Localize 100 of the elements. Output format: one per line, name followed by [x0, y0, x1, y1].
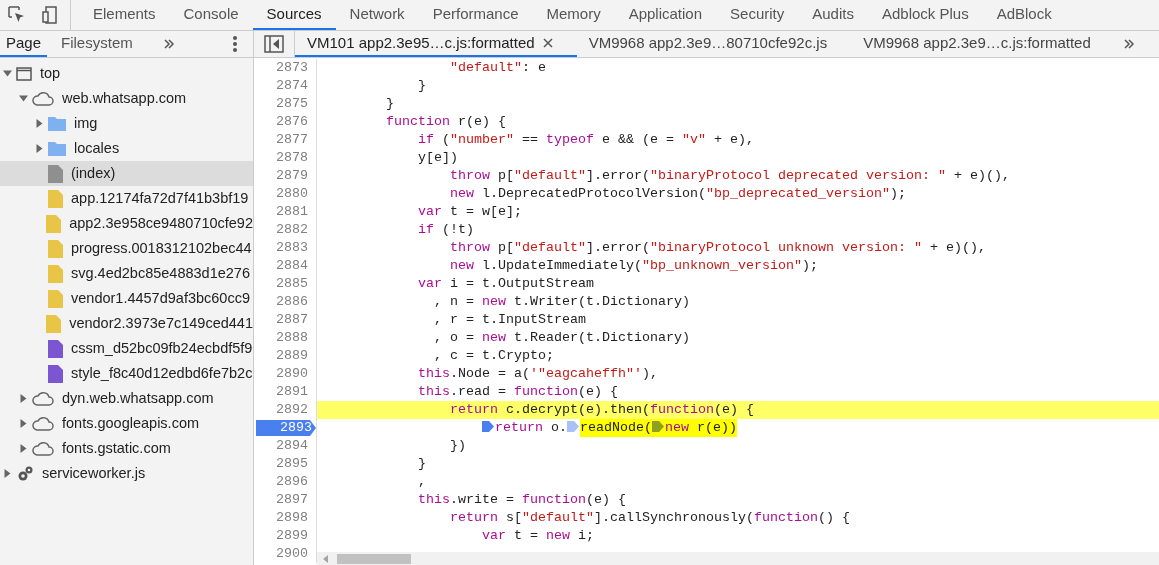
panel-tab[interactable]: AdBlock: [982, 0, 1066, 30]
execution-marker-icon[interactable]: [566, 421, 579, 432]
tree-label: (index): [71, 163, 116, 183]
line-number: 2890: [276, 365, 309, 383]
line-number: 2876: [276, 113, 309, 131]
tree-item[interactable]: (index): [0, 161, 253, 186]
tree-label: style_f8c40d12edbd6fe7b2c: [71, 363, 253, 383]
tree-label: img: [74, 113, 98, 133]
code-line: this.read = function(e) {: [417, 383, 618, 401]
line-number: 2894: [276, 437, 309, 455]
scrollbar-thumb[interactable]: [337, 553, 411, 564]
cloud-icon: [32, 416, 54, 431]
tree-label: fonts.gstatic.com: [62, 438, 171, 458]
tree-item[interactable]: progress.0018312102bec44: [0, 236, 253, 261]
close-icon[interactable]: [542, 38, 553, 48]
code-line: , o = new t.Reader(t.Dictionary): [433, 329, 690, 347]
expand-arrow-icon[interactable]: [2, 69, 12, 78]
file-tab[interactable]: VM9968 app2.3e9…80710cfe92c.js: [576, 31, 852, 57]
folder-icon: [48, 116, 66, 131]
expand-arrow-icon[interactable]: [18, 419, 28, 428]
cloud-icon: [32, 391, 54, 406]
folder-icon: [48, 141, 66, 156]
tree-label: app.12174fa72d7f41b3bf19: [71, 188, 249, 208]
panel-tab[interactable]: Security: [716, 0, 799, 30]
line-number: 2881: [276, 203, 309, 221]
code-line: }: [417, 77, 426, 95]
expand-arrow-icon[interactable]: [34, 144, 44, 153]
toggle-sidebar-icon[interactable]: [264, 35, 284, 53]
horizontal-scrollbar[interactable]: [317, 552, 1159, 565]
tree-item[interactable]: fonts.googleapis.com: [0, 411, 253, 436]
navigator-tab[interactable]: Page: [0, 31, 48, 57]
cloud-icon: [32, 91, 54, 106]
expand-arrow-icon[interactable]: [2, 469, 12, 478]
code-line: this.Node = a('"eagcaheffh"'),: [417, 365, 658, 383]
code-line: new l.DeprecatedProtocolVersion("bp_deprecated_version");: [449, 185, 906, 203]
tree-label: vendor1.4457d9af3bc60cc9: [71, 288, 250, 308]
line-number: 2873: [276, 59, 309, 77]
panel-tab[interactable]: Memory: [532, 0, 615, 30]
tree-item[interactable]: fonts.gstatic.com: [0, 436, 253, 461]
more-options-icon[interactable]: [233, 36, 237, 52]
execution-marker-icon[interactable]: [651, 421, 664, 432]
line-number: 2884: [276, 257, 309, 275]
more-tabs-icon[interactable]: [162, 38, 175, 50]
cursor-icon[interactable]: [8, 6, 26, 24]
tree-item[interactable]: locales: [0, 136, 253, 161]
line-number: 2883: [276, 239, 309, 257]
file-icon: [48, 164, 63, 183]
code-line: var t = w[e];: [417, 203, 522, 221]
line-number: 2892: [276, 401, 309, 419]
tree-item[interactable]: img: [0, 111, 253, 136]
panel-tab[interactable]: Application: [614, 0, 717, 30]
panel-tab[interactable]: Elements: [79, 0, 170, 30]
tree-item[interactable]: app2.3e958ce9480710cfe92: [0, 211, 253, 236]
file-icon: [48, 364, 63, 383]
tree-item[interactable]: dyn.web.whatsapp.com: [0, 386, 253, 411]
file-tab[interactable]: VM9968 app2.3e9…c.js:formatted: [851, 31, 1115, 57]
tree-label: top: [40, 63, 61, 83]
panel-tab[interactable]: Network: [335, 0, 419, 30]
tree-item[interactable]: top: [0, 61, 253, 86]
tree-item[interactable]: style_f8c40d12edbd6fe7b2c: [0, 361, 253, 386]
tree-label: cssm_d52bc09fb24ecbdf5f9: [71, 338, 253, 358]
file-icon: [48, 189, 63, 208]
tree-item[interactable]: svg.4ed2bc85e4883d1e276: [0, 261, 253, 286]
execution-marker-icon[interactable]: [481, 421, 494, 432]
expand-arrow-icon[interactable]: [18, 394, 28, 403]
tree-item[interactable]: vendor2.3973e7c149ced441: [0, 311, 253, 336]
line-number: 2877: [276, 131, 309, 149]
tree-item[interactable]: cssm_d52bc09fb24ecbdf5f9: [0, 336, 253, 361]
breakpoint-marker[interactable]: 2893: [256, 420, 316, 436]
code-line: }: [417, 455, 426, 473]
file-icon: [46, 314, 62, 333]
code-line: throw p["default"].error("binaryProtocol unknown version: " + e)(),: [449, 239, 986, 257]
code-line: function r(e) {: [385, 113, 506, 131]
panel-tab[interactable]: Console: [169, 0, 253, 30]
tree-item[interactable]: web.whatsapp.com: [0, 86, 253, 111]
code-line: var i = t.OutputStream: [417, 275, 594, 293]
expand-arrow-icon[interactable]: [34, 119, 44, 128]
tree-item[interactable]: vendor1.4457d9af3bc60cc9: [0, 286, 253, 311]
code-line: return o. readNode( new r(e)): [317, 419, 737, 437]
line-number: 2875: [276, 95, 309, 113]
cloud-icon: [32, 441, 54, 456]
more-tabs-icon[interactable]: [1122, 38, 1135, 50]
panel-tab[interactable]: Audits: [798, 0, 868, 30]
panel-tab[interactable]: Adblock Plus: [867, 0, 983, 30]
line-number: 2897: [276, 491, 309, 509]
line-number: 2900: [276, 545, 309, 563]
file-icon: [48, 339, 63, 358]
navigator-tab[interactable]: Filesystem: [55, 31, 139, 57]
line-number: 2887: [276, 311, 309, 329]
tree-item[interactable]: serviceworker.js: [0, 461, 253, 486]
expand-arrow-icon[interactable]: [18, 94, 28, 103]
expand-arrow-icon[interactable]: [18, 444, 28, 453]
code-line: , c = t.Crypto;: [433, 347, 554, 365]
tree-item[interactable]: app.12174fa72d7f41b3bf19: [0, 186, 253, 211]
code-line: , r = t.InputStream: [433, 311, 586, 329]
code-line: throw p["default"].error("binaryProtocol deprecated version: " + e)(),: [449, 167, 1010, 185]
line-number: 2896: [276, 473, 309, 491]
tree-label: progress.0018312102bec44: [71, 238, 252, 258]
line-number: 2891: [276, 383, 309, 401]
panel-tab[interactable]: Performance: [418, 0, 533, 30]
